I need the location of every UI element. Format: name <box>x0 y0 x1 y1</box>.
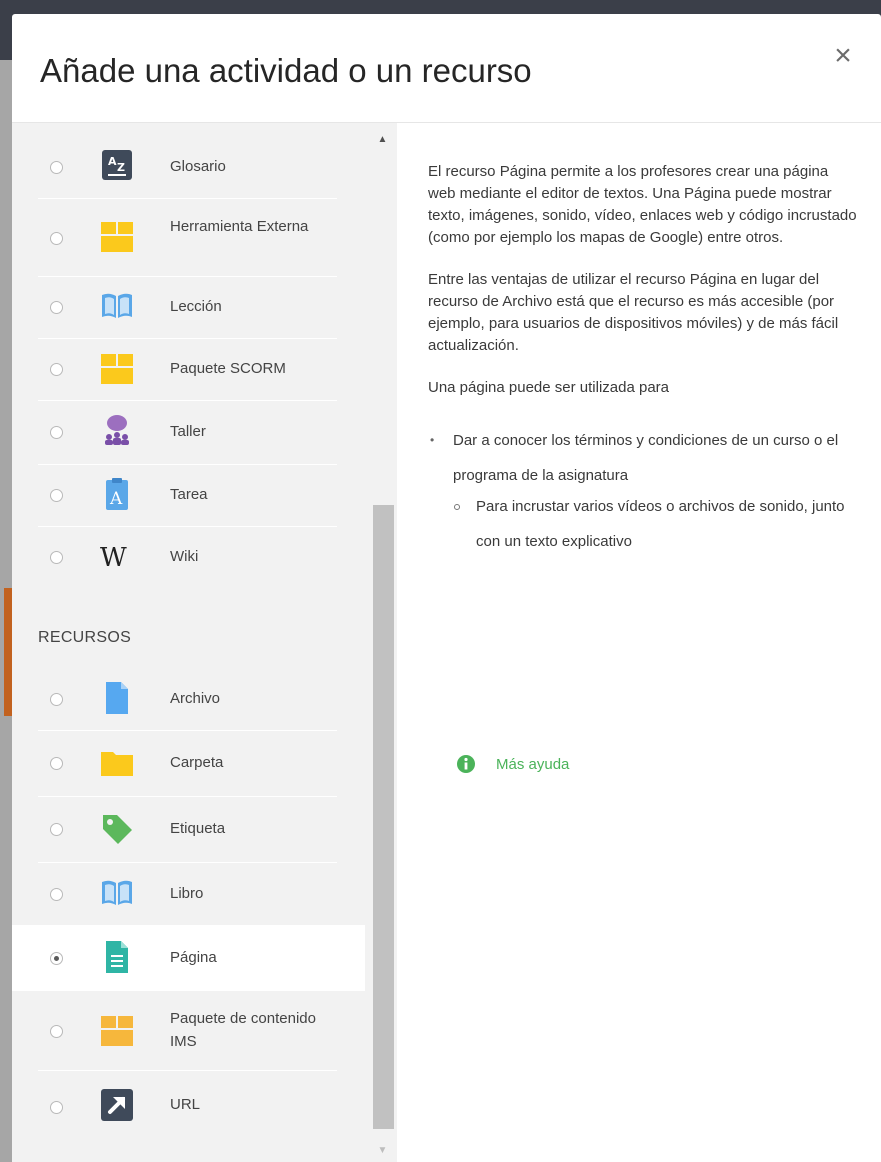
dialog-title: Añade una actividad o un recurso <box>40 52 532 89</box>
activity-chooser-dialog: Añade una actividad o un recurso × A Z G… <box>12 14 881 1162</box>
option-wiki[interactable]: W Wiki <box>12 527 365 589</box>
close-button[interactable]: × <box>831 41 855 71</box>
help-panel: El recurso Página permite a los profesor… <box>428 161 858 559</box>
tag-icon <box>103 815 132 844</box>
option-paquete-scorm[interactable]: Paquete SCORM <box>12 339 365 401</box>
help-bullet: Dar a conocer los términos y condiciones… <box>428 423 858 493</box>
file-icon <box>106 682 128 714</box>
option-radio[interactable] <box>50 693 63 706</box>
svg-text:W: W <box>100 543 127 573</box>
package-icon <box>101 1016 133 1046</box>
svg-text:A: A <box>109 489 123 509</box>
option-radio[interactable] <box>50 161 63 174</box>
option-leccion[interactable]: Lección <box>12 277 365 339</box>
option-radio[interactable] <box>50 551 63 564</box>
option-label: URL <box>170 1096 201 1113</box>
puzzle-icon <box>101 222 133 252</box>
option-paquete-ims[interactable]: Paquete de contenido IMS <box>12 991 365 1071</box>
scroll-down-arrow-icon[interactable]: ▼ <box>370 1142 395 1160</box>
svg-text:A: A <box>108 155 117 168</box>
book-open-icon <box>102 293 132 318</box>
option-herramienta-externa[interactable]: Herramienta Externa <box>12 199 365 277</box>
option-label: Archivo <box>170 690 221 707</box>
option-libro[interactable]: Libro <box>12 863 365 925</box>
workshop-people-icon <box>105 415 129 445</box>
option-archivo[interactable]: Archivo <box>12 667 365 731</box>
options-list[interactable]: A Z Glosario Herramienta Externa Lección… <box>12 123 397 1162</box>
assignment-icon: A <box>106 478 128 510</box>
option-label: Herramienta Externa <box>170 218 309 235</box>
option-label: Página <box>170 949 217 966</box>
glossary-icon: A Z <box>102 150 132 180</box>
option-radio[interactable] <box>50 757 63 770</box>
scrollbar-thumb[interactable] <box>373 505 394 1129</box>
option-etiqueta[interactable]: Etiqueta <box>12 797 365 863</box>
more-help-label[interactable]: Más ayuda <box>496 756 569 773</box>
background-accent-stripe <box>4 588 12 716</box>
option-tarea[interactable]: A Tarea <box>12 465 365 527</box>
option-label: Tarea <box>170 486 208 503</box>
help-list: Dar a conocer los términos y condiciones… <box>428 423 858 559</box>
option-label: Carpeta <box>170 754 224 771</box>
option-carpeta[interactable]: Carpeta <box>12 731 365 797</box>
option-radio-selected[interactable] <box>50 952 63 965</box>
option-label: Libro <box>170 885 204 902</box>
option-label: Etiqueta <box>170 820 226 837</box>
help-paragraph: Una página puede ser utilizada para <box>428 379 670 396</box>
page-icon <box>106 941 128 973</box>
options-scrollbar[interactable]: ▲ ▼ <box>370 123 395 1162</box>
background-page <box>0 60 12 1162</box>
url-arrow-icon <box>101 1089 133 1121</box>
help-sub-bullet: Para incrustar varios vídeos o archivos … <box>428 489 858 559</box>
option-radio[interactable] <box>50 232 63 245</box>
option-radio[interactable] <box>50 823 63 836</box>
option-radio[interactable] <box>50 363 63 376</box>
option-radio[interactable] <box>50 426 63 439</box>
option-label: Glosario <box>170 158 226 175</box>
option-label: Taller <box>170 423 206 440</box>
wiki-icon: W <box>100 543 127 573</box>
option-label: Wiki <box>170 548 199 565</box>
folder-icon <box>101 752 133 776</box>
package-icon <box>101 354 133 384</box>
help-paragraph: El recurso Página permite a los profesor… <box>428 163 857 246</box>
svg-text:Z: Z <box>117 161 125 174</box>
option-radio[interactable] <box>50 1101 63 1114</box>
book-open-icon <box>102 880 132 905</box>
help-paragraph: Entre las ventajas de utilizar el recurs… <box>428 271 839 354</box>
option-radio[interactable] <box>50 1025 63 1038</box>
option-url[interactable]: URL <box>12 1071 365 1137</box>
option-taller[interactable]: Taller <box>12 401 365 465</box>
option-radio[interactable] <box>50 301 63 314</box>
option-label: Paquete SCORM <box>170 360 286 377</box>
scroll-up-arrow-icon[interactable]: ▲ <box>370 131 395 149</box>
dialog-header: Añade una actividad o un recurso × <box>12 14 881 123</box>
option-radio[interactable] <box>50 888 63 901</box>
info-icon <box>457 755 475 773</box>
resources-heading: RECURSOS <box>38 629 132 646</box>
option-label: Lección <box>170 298 222 315</box>
option-glosario[interactable]: A Z Glosario <box>12 137 365 199</box>
option-pagina[interactable]: Página <box>12 925 365 991</box>
option-radio[interactable] <box>50 489 63 502</box>
option-label: Paquete de contenido IMS <box>170 1010 316 1050</box>
